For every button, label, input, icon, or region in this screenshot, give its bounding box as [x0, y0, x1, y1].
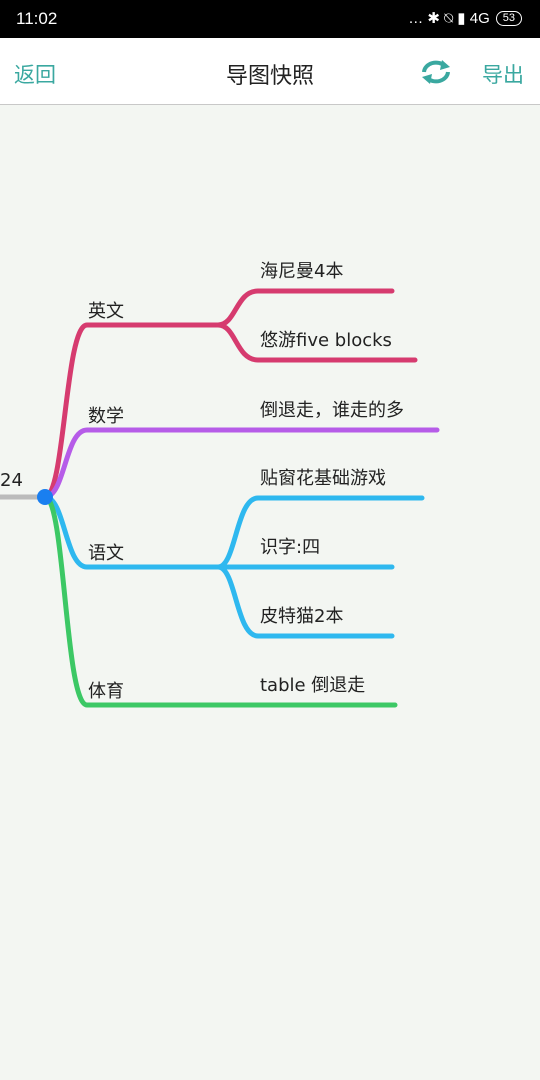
page-title: 导图快照 [225, 64, 314, 89]
signal-icons: … ✱ ⍉ ▮ 4G [408, 10, 490, 27]
child-label-2-1[interactable]: 识字:四 [260, 533, 320, 559]
child-line-0-0 [215, 288, 395, 328]
export-button[interactable]: 导出 [482, 59, 524, 89]
child-label-0-0[interactable]: 海尼曼4本 [260, 257, 343, 283]
branch-label-0[interactable]: 英文 [88, 297, 124, 323]
child-label-3-0[interactable]: table 倒退走 [260, 671, 365, 697]
mindmap-canvas [0, 288, 440, 708]
root-node-dot[interactable] [37, 489, 53, 505]
child-label-0-1[interactable]: 悠游five blocks [260, 326, 392, 352]
child-label-2-2[interactable]: 皮特猫2本 [260, 602, 343, 628]
status-time: 11:02 [16, 9, 58, 28]
refresh-icon[interactable] [420, 58, 452, 86]
branch-label-2[interactable]: 语文 [88, 539, 124, 565]
branch-line-2 [42, 494, 221, 570]
branch-line-0 [42, 322, 221, 500]
status-icons: … ✱ ⍉ ▮ 4G 53 [408, 9, 522, 27]
branch-label-3[interactable]: 体育 [88, 677, 124, 703]
app-bar: 返回 导图快照 导出 [0, 38, 540, 105]
battery-icon: 53 [495, 10, 522, 26]
status-bar: 11:02 … ✱ ⍉ ▮ 4G 53 [0, 0, 540, 38]
branch-line-1 [42, 427, 221, 500]
branch-line-3 [42, 494, 221, 708]
child-label-1-0[interactable]: 倒退走，谁走的多 [260, 396, 404, 422]
root-node-label[interactable]: 24 [0, 470, 23, 491]
branch-label-1[interactable]: 数学 [88, 402, 124, 428]
child-label-2-0[interactable]: 贴窗花基础游戏 [260, 464, 386, 490]
